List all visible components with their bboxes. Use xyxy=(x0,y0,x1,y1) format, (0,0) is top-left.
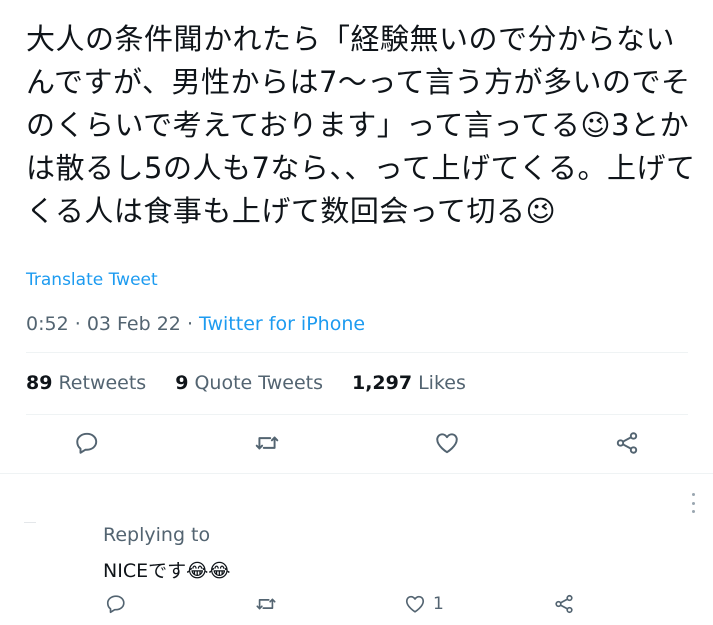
translate-tweet-link[interactable]: Translate Tweet xyxy=(26,270,158,290)
reply-like-count: 1 xyxy=(433,594,444,614)
retweets-stat[interactable]: 89 Retweets xyxy=(26,372,146,394)
likes-stat[interactable]: 1,297 Likes xyxy=(352,372,466,394)
comment-icon[interactable] xyxy=(74,430,100,456)
likes-count: 1,297 xyxy=(351,372,413,394)
tweet-actions xyxy=(0,430,713,462)
retweets-count: 89 xyxy=(26,372,53,394)
tweet-meta: 0:52 · 03 Feb 22 · Twitter for iPhone xyxy=(26,313,365,335)
retweets-label: Retweets xyxy=(58,372,147,394)
quote-tweets-label: Quote Tweets xyxy=(194,372,323,394)
meta-separator: · xyxy=(74,313,81,335)
divider xyxy=(0,473,713,474)
tweet-source-link[interactable]: Twitter for iPhone xyxy=(199,313,365,335)
tweet-text: 大人の条件聞かれたら「経験無いので分からないんですが、男性からは7〜って言う方が… xyxy=(26,22,696,228)
quote-tweets-count: 9 xyxy=(175,372,189,394)
reply-actions xyxy=(0,593,713,619)
tweet-stats: 89 Retweets 9 Quote Tweets 1,297 Likes xyxy=(26,372,495,394)
more-options-icon[interactable] xyxy=(686,493,700,513)
meta-separator: · xyxy=(186,313,193,335)
share-icon[interactable] xyxy=(614,430,640,456)
reply-comment-icon[interactable] xyxy=(105,593,127,615)
divider xyxy=(26,414,688,415)
divider xyxy=(26,352,688,353)
reply-text: NICEです😂😂 xyxy=(103,560,231,582)
thread-connector xyxy=(24,522,36,523)
reply-share-icon[interactable] xyxy=(553,593,575,615)
tweet-date[interactable]: 03 Feb 22 xyxy=(87,313,181,335)
retweet-icon[interactable] xyxy=(254,430,280,456)
reply-heart-icon[interactable] xyxy=(404,593,426,615)
tweet-time[interactable]: 0:52 xyxy=(26,313,69,335)
heart-icon[interactable] xyxy=(434,430,460,456)
likes-label: Likes xyxy=(418,372,466,394)
reply-retweet-icon[interactable] xyxy=(255,593,277,615)
replying-to-label: Replying to xyxy=(103,524,211,546)
quote-tweets-stat[interactable]: 9 Quote Tweets xyxy=(175,372,323,394)
